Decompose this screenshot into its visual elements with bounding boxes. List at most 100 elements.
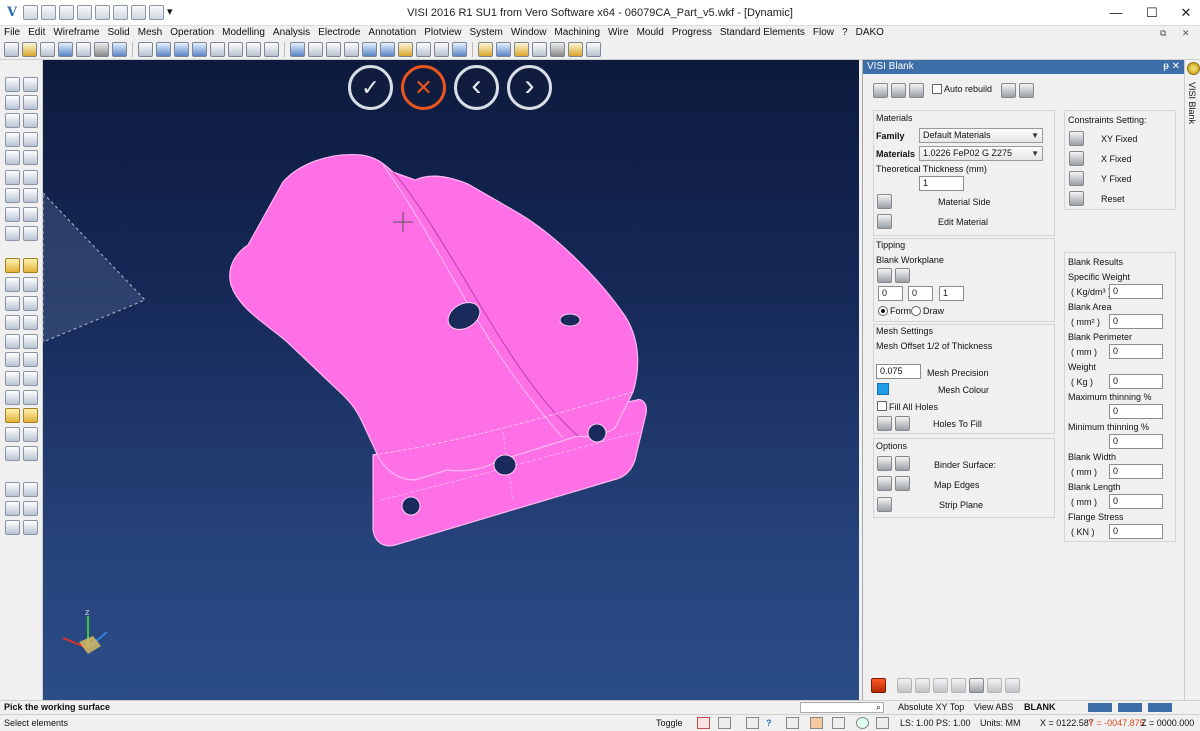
menu-electrode[interactable]: Electrode [314, 26, 364, 40]
blank-width-value[interactable]: 0 [1109, 464, 1163, 479]
minimize-button[interactable]: — [1098, 0, 1134, 26]
analysis-1-icon[interactable] [897, 678, 912, 693]
unfold-icon[interactable] [568, 42, 583, 57]
menu-edit[interactable]: Edit [24, 26, 49, 40]
view-tab-3[interactable] [1148, 703, 1172, 712]
select-filter-icon[interactable] [23, 258, 38, 273]
rotate-icon[interactable] [290, 42, 305, 57]
report-icon[interactable] [1019, 83, 1034, 98]
menu-system[interactable]: System [466, 26, 507, 40]
sweep-icon[interactable] [5, 132, 20, 147]
analysis-3-icon[interactable] [933, 678, 948, 693]
hatch-icon[interactable] [5, 352, 20, 367]
analysis-4-icon[interactable] [951, 678, 966, 693]
blank-perimeter-value[interactable]: 0 [1109, 344, 1163, 359]
fillet-icon[interactable] [23, 296, 38, 311]
previous-button[interactable]: ‹ [454, 65, 499, 110]
mdi-close-button[interactable]: ✕ [1182, 26, 1190, 40]
cylinder-g-icon[interactable] [434, 42, 449, 57]
parallel-icon[interactable] [23, 446, 38, 461]
rotate-copy-icon[interactable] [5, 170, 20, 185]
network-icon[interactable] [5, 501, 20, 516]
workplane-y-input[interactable]: 0 [908, 286, 933, 301]
highlight-icon[interactable] [398, 42, 413, 57]
spline-icon[interactable] [23, 315, 38, 330]
materials-dropdown[interactable]: 1.0226 FeP02 G Z275 ▼ [919, 146, 1043, 161]
view-front-icon[interactable] [156, 42, 171, 57]
binder-surface-label[interactable]: Binder Surface: [934, 460, 996, 470]
analysis-6-icon[interactable] [987, 678, 1002, 693]
settings-gear-icon[interactable] [586, 42, 601, 57]
filter-icon[interactable] [832, 717, 845, 729]
reset-button[interactable]: Reset [1101, 194, 1125, 204]
edit-material-icon[interactable] [877, 214, 892, 229]
x-fixed-button[interactable]: X Fixed [1101, 154, 1132, 164]
hidden-lines-icon[interactable] [228, 42, 243, 57]
y-fixed-icon[interactable] [1069, 171, 1084, 186]
text-icon[interactable] [23, 352, 38, 367]
command-input[interactable] [800, 702, 884, 713]
wireframe-view-icon[interactable] [210, 42, 225, 57]
undo-icon[interactable] [23, 207, 38, 222]
point-icon[interactable] [5, 77, 20, 92]
segment-icon[interactable] [5, 277, 20, 292]
workplane-z-input[interactable]: 1 [939, 286, 964, 301]
solid-icon[interactable] [5, 150, 20, 165]
workplane-pick-icon[interactable] [877, 268, 892, 283]
arc-icon[interactable] [23, 95, 38, 110]
map-edges-pick-icon[interactable] [877, 476, 892, 491]
family-dropdown[interactable]: Default Materials ▼ [919, 128, 1043, 143]
pick-mode-icon[interactable] [5, 258, 20, 273]
plus-icon[interactable] [5, 315, 20, 330]
link-icon[interactable] [23, 501, 38, 516]
new-icon[interactable] [4, 42, 19, 57]
frame-icon[interactable] [5, 371, 20, 386]
hot-runner-icon[interactable] [514, 42, 529, 57]
ortho-icon[interactable] [718, 717, 731, 729]
menu-flow[interactable]: Flow [809, 26, 838, 40]
snap-icon[interactable] [697, 717, 710, 729]
plane-select-icon[interactable] [5, 408, 20, 423]
cylinder-b-icon[interactable] [326, 42, 341, 57]
weight-value[interactable]: 0 [1109, 374, 1163, 389]
holes-pick-icon[interactable] [877, 416, 892, 431]
thickness-input[interactable]: 1 [919, 176, 964, 191]
run-blank-icon[interactable] [873, 83, 888, 98]
menu-analysis[interactable]: Analysis [269, 26, 314, 40]
analysis-7-icon[interactable] [1005, 678, 1020, 693]
ok-button[interactable]: ✓ [348, 65, 393, 110]
save-toolbar-icon[interactable] [58, 42, 73, 57]
units-toggle-icon[interactable] [786, 717, 799, 729]
visi-orb-icon[interactable] [1187, 62, 1200, 75]
draft-icon[interactable] [5, 446, 20, 461]
mesh-precision-input[interactable]: 0.075 [876, 364, 921, 379]
dimension-icon[interactable] [23, 188, 38, 203]
flange-stress-value[interactable]: 0 [1109, 524, 1163, 539]
blank-area-value[interactable]: 0 [1109, 314, 1163, 329]
mesh-analysis-icon[interactable] [909, 83, 924, 98]
rectangle-icon[interactable] [5, 95, 20, 110]
analysis-2-icon[interactable] [915, 678, 930, 693]
view-iso-icon[interactable] [174, 42, 189, 57]
holes-clear-icon[interactable] [895, 416, 910, 431]
machine-icon[interactable] [5, 482, 20, 497]
offset-icon[interactable] [5, 334, 20, 349]
close-button[interactable]: ✕ [1168, 0, 1200, 26]
menu-solid[interactable]: Solid [103, 26, 133, 40]
cancel-button[interactable]: ✕ [401, 65, 446, 110]
wave-icon[interactable] [23, 334, 38, 349]
menu-operation[interactable]: Operation [166, 26, 218, 40]
shading-icon[interactable] [192, 42, 207, 57]
cylinder-h-icon[interactable] [452, 42, 467, 57]
view-tab-2[interactable] [1118, 703, 1142, 712]
menu-help[interactable]: ? [838, 26, 852, 40]
menu-file[interactable]: File [0, 26, 24, 40]
folder-icon[interactable] [23, 226, 38, 241]
min-thinning-value[interactable]: 0 [1109, 434, 1163, 449]
menu-modelling[interactable]: Modelling [218, 26, 269, 40]
flow-logo-icon[interactable] [871, 678, 886, 693]
cylinder-e-icon[interactable] [380, 42, 395, 57]
import-icon[interactable] [40, 42, 55, 57]
help-icon[interactable]: ? [766, 715, 772, 731]
export-blank-icon[interactable] [1001, 83, 1016, 98]
